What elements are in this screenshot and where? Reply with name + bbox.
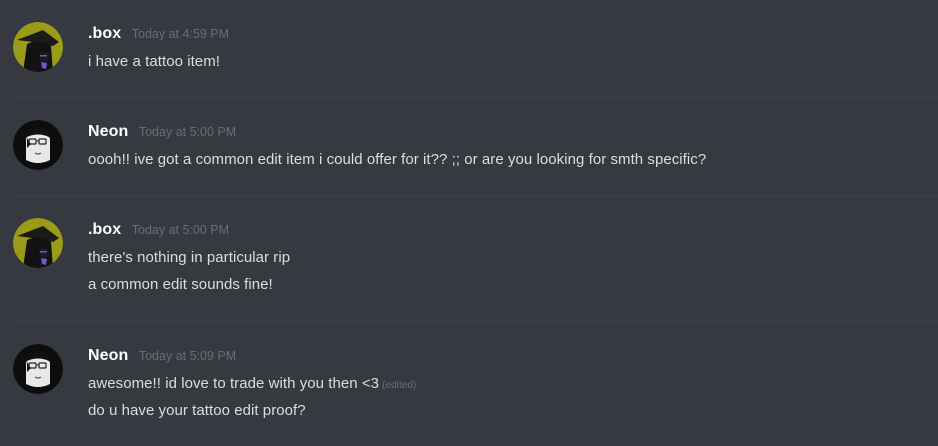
message-text: awesome!! id love to trade with you then… bbox=[88, 375, 380, 392]
avatar-neon[interactable] bbox=[13, 120, 63, 170]
message-text: a common edit sounds fine! bbox=[88, 276, 273, 293]
message-divider bbox=[14, 97, 938, 98]
username[interactable]: Neon bbox=[88, 347, 128, 364]
avatar-box[interactable] bbox=[13, 218, 63, 268]
avatar-box[interactable] bbox=[13, 22, 63, 72]
neon-avatar-icon bbox=[13, 120, 63, 170]
message-text: oooh!! ive got a common edit item i coul… bbox=[88, 151, 707, 168]
username[interactable]: .box bbox=[88, 221, 121, 238]
box-avatar-icon bbox=[13, 22, 63, 72]
message-text-line: awesome!! id love to trade with you then… bbox=[88, 375, 416, 392]
username[interactable]: .box bbox=[88, 25, 121, 42]
message-text: do u have your tattoo edit proof? bbox=[88, 402, 306, 419]
timestamp: Today at 4:59 PM bbox=[131, 27, 230, 41]
box-avatar-icon bbox=[13, 218, 63, 268]
neon-avatar-icon bbox=[13, 344, 63, 394]
message-divider bbox=[14, 321, 938, 322]
timestamp: Today at 5:00 PM bbox=[131, 223, 230, 237]
timestamp: Today at 5:00 PM bbox=[138, 125, 237, 139]
message-text: there's nothing in particular rip bbox=[88, 249, 291, 266]
message-divider bbox=[14, 195, 938, 196]
edited-label: (edited) bbox=[382, 380, 417, 391]
timestamp: Today at 5:09 PM bbox=[138, 349, 237, 363]
avatar-neon[interactable] bbox=[13, 344, 63, 394]
username[interactable]: Neon bbox=[88, 123, 128, 140]
chat-log: .box Today at 4:59 PM i have a tattoo it… bbox=[0, 0, 938, 446]
message-text: i have a tattoo item! bbox=[88, 53, 220, 70]
